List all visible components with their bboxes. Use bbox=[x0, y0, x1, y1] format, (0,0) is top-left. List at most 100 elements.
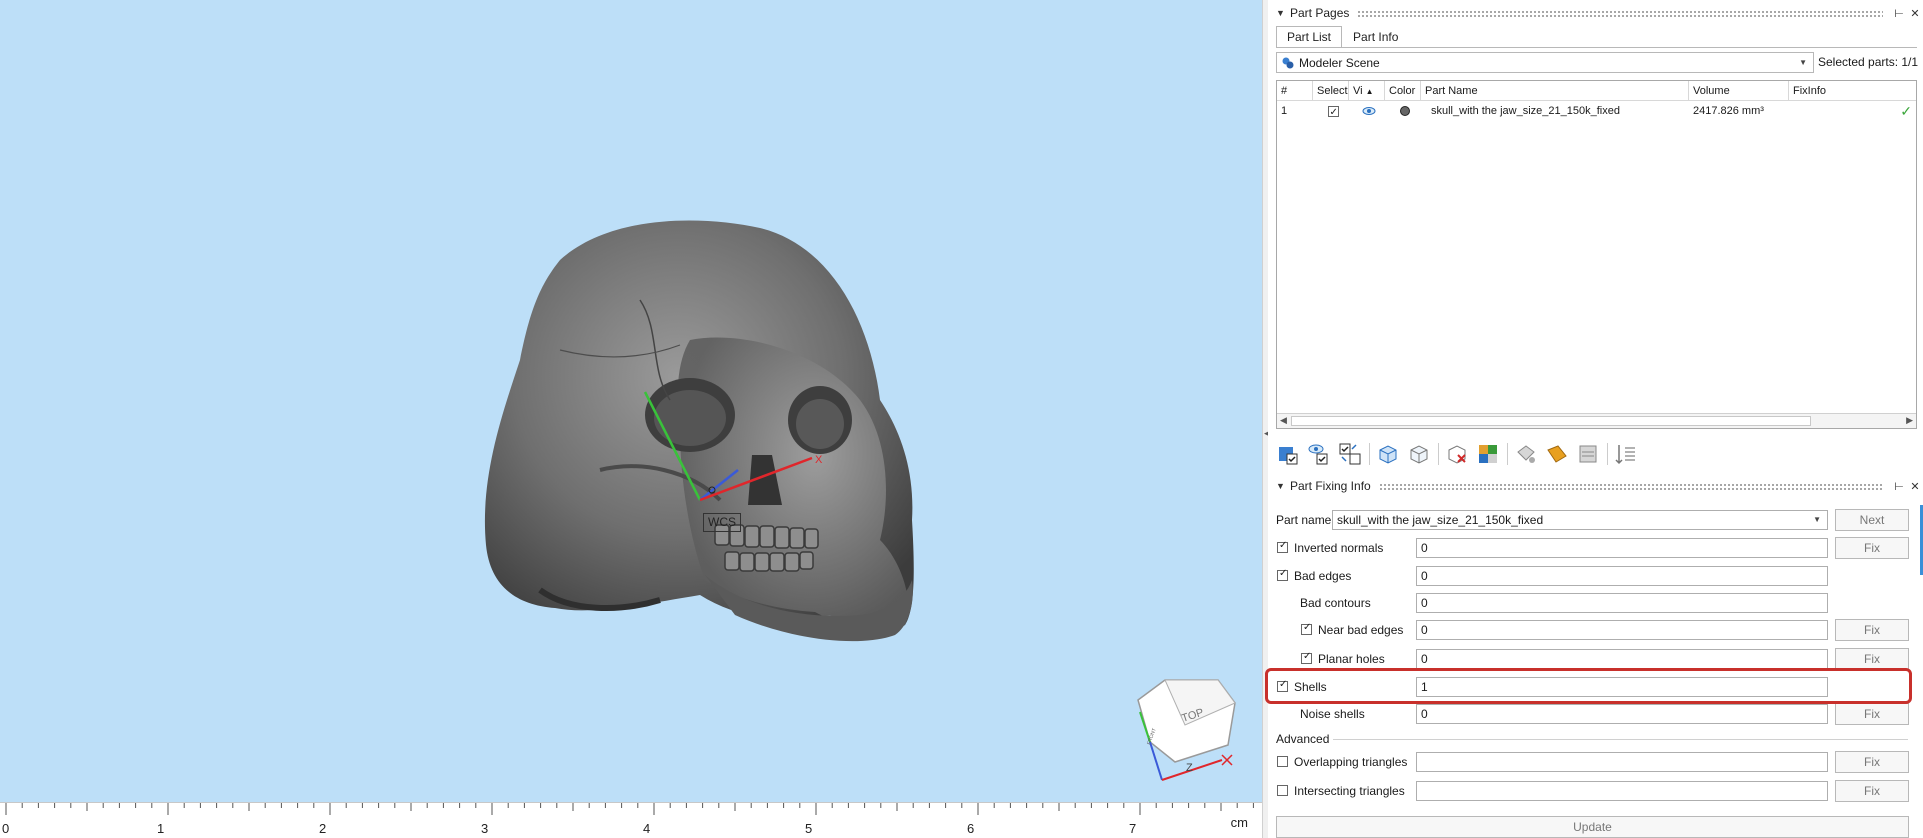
tab-part-info[interactable]: Part Info bbox=[1342, 26, 1409, 48]
intersecting-triangles-checkbox[interactable] bbox=[1277, 785, 1288, 796]
fix-near-bad-edges-button[interactable]: Fix bbox=[1835, 619, 1909, 641]
advanced-divider bbox=[1333, 739, 1908, 740]
part-pages-title: Part Pages bbox=[1290, 6, 1350, 20]
merge-parts-icon[interactable] bbox=[1476, 442, 1500, 466]
view-cube[interactable]: FRONT TOP Z bbox=[1137, 679, 1236, 781]
part-table[interactable]: # Select Vi ▲ Color Part Name Volume FixI… bbox=[1276, 80, 1917, 429]
collapse-triangle-icon[interactable]: ▼ bbox=[1276, 481, 1290, 491]
column-header-color[interactable]: Color bbox=[1385, 81, 1421, 101]
planar-holes-row: Planar holes 0 Fix bbox=[1268, 648, 1923, 670]
update-button[interactable]: Update bbox=[1276, 816, 1909, 838]
overlapping-triangles-field[interactable] bbox=[1416, 752, 1828, 772]
selected-parts-count: Selected parts: 1/1 bbox=[1818, 55, 1919, 69]
invert-selection-icon[interactable] bbox=[1338, 442, 1362, 466]
overlapping-triangles-row: Overlapping triangles Fix bbox=[1268, 751, 1923, 773]
intersecting-triangles-label: Intersecting triangles bbox=[1294, 784, 1405, 798]
bad-edges-checkbox[interactable] bbox=[1277, 568, 1288, 581]
column-header-part-name[interactable]: Part Name bbox=[1421, 81, 1689, 101]
column-header-select[interactable]: Select bbox=[1313, 81, 1349, 101]
inverted-normals-row: Inverted normals 0 Fix bbox=[1268, 537, 1923, 559]
layers-icon[interactable] bbox=[1576, 442, 1600, 466]
delete-part-icon[interactable] bbox=[1445, 442, 1469, 466]
bad-contours-row: Bad contours 0 bbox=[1268, 592, 1923, 614]
group-parts-icon[interactable] bbox=[1376, 442, 1400, 466]
sort-ascending-icon: ▲ bbox=[1365, 87, 1374, 96]
select-all-icon[interactable] bbox=[1276, 442, 1300, 466]
column-header-fixinfo[interactable]: FixInfo bbox=[1789, 81, 1916, 101]
tab-part-list[interactable]: Part List bbox=[1276, 26, 1343, 48]
table-row[interactable]: 1 skull_with the jaw_size_21_150k_fixed … bbox=[1277, 102, 1916, 120]
color-swatch[interactable] bbox=[1399, 105, 1411, 117]
column-header-volume[interactable]: Volume bbox=[1689, 81, 1789, 101]
planar-holes-field[interactable]: 0 bbox=[1416, 649, 1828, 669]
sort-list-icon[interactable] bbox=[1614, 442, 1638, 466]
dock-grip[interactable] bbox=[1378, 482, 1883, 490]
label-icon[interactable] bbox=[1545, 442, 1569, 466]
eye-icon[interactable] bbox=[1362, 106, 1376, 116]
row-select-checkbox[interactable] bbox=[1327, 104, 1339, 120]
row-part-name: skull_with the jaw_size_21_150k_fixed bbox=[1431, 105, 1620, 117]
check-mark-icon: ✓ bbox=[1900, 103, 1912, 119]
planar-holes-checkbox[interactable] bbox=[1301, 651, 1312, 664]
ungroup-parts-icon[interactable] bbox=[1407, 442, 1431, 466]
skull-model[interactable] bbox=[484, 220, 914, 642]
chevron-down-icon[interactable]: ▼ bbox=[1813, 511, 1821, 529]
scroll-thumb[interactable] bbox=[1291, 416, 1811, 426]
inverted-normals-label: Inverted normals bbox=[1294, 541, 1384, 555]
collapse-triangle-icon[interactable]: ▼ bbox=[1276, 8, 1290, 18]
part-list-toolbar bbox=[1276, 440, 1645, 468]
dock-grip[interactable] bbox=[1357, 9, 1883, 17]
noise-shells-row: Noise shells 0 Fix bbox=[1268, 703, 1923, 725]
near-bad-edges-field[interactable]: 0 bbox=[1416, 620, 1828, 640]
fix-noise-shells-button[interactable]: Fix bbox=[1835, 703, 1909, 725]
pin-icon[interactable]: ⊢ bbox=[1891, 7, 1907, 20]
fix-planar-holes-button[interactable]: Fix bbox=[1835, 648, 1909, 670]
scene-select[interactable]: Modeler Scene ▼ bbox=[1276, 52, 1814, 73]
3d-viewport[interactable]: X FRONT TOP Z WCS 0 1 2 3 4 5 6 7 cm bbox=[0, 0, 1262, 838]
part-pages-header: ▼ Part Pages ⊢ ✕ bbox=[1268, 2, 1923, 24]
close-icon[interactable]: ✕ bbox=[1907, 7, 1923, 20]
column-header-num[interactable]: # bbox=[1277, 81, 1313, 101]
scroll-right-icon[interactable]: ▶ bbox=[1906, 415, 1913, 426]
toolbar-separator bbox=[1607, 443, 1608, 465]
table-header: # Select Vi ▲ Color Part Name Volume FixI… bbox=[1277, 81, 1916, 101]
shells-highlight-box bbox=[1265, 668, 1912, 704]
near-bad-edges-row: Near bad edges 0 Fix bbox=[1268, 619, 1923, 641]
noise-shells-field[interactable]: 0 bbox=[1416, 704, 1828, 724]
wcs-label: WCS bbox=[703, 513, 741, 532]
part-fixing-title: Part Fixing Info bbox=[1290, 479, 1371, 493]
intersecting-triangles-field[interactable] bbox=[1416, 781, 1828, 801]
horizontal-scrollbar[interactable]: ◀ ▶ bbox=[1277, 413, 1916, 428]
toggle-visibility-icon[interactable] bbox=[1307, 442, 1331, 466]
fix-intersecting-triangles-button[interactable]: Fix bbox=[1835, 780, 1909, 802]
ruler-label: 0 bbox=[2, 821, 10, 836]
toolbar-separator bbox=[1507, 443, 1508, 465]
near-bad-edges-checkbox[interactable] bbox=[1301, 622, 1312, 635]
fix-overlapping-triangles-button[interactable]: Fix bbox=[1835, 751, 1909, 773]
part-name-label: Part name bbox=[1276, 513, 1332, 527]
scroll-left-icon[interactable]: ◀ bbox=[1280, 415, 1287, 426]
scene-canvas[interactable]: X FRONT TOP Z bbox=[0, 0, 1262, 802]
overlapping-triangles-checkbox[interactable] bbox=[1277, 756, 1288, 767]
axis-x-label: X bbox=[815, 454, 823, 466]
ruler-label: 7 bbox=[1129, 821, 1137, 836]
bad-contours-field[interactable]: 0 bbox=[1416, 593, 1828, 613]
chevron-down-icon[interactable]: ▼ bbox=[1799, 58, 1807, 67]
next-button[interactable]: Next bbox=[1835, 509, 1909, 531]
ruler-unit: cm bbox=[1230, 815, 1248, 830]
intersecting-triangles-row: Intersecting triangles Fix bbox=[1268, 780, 1923, 802]
fix-inverted-normals-button[interactable]: Fix bbox=[1835, 537, 1909, 559]
column-header-visible[interactable]: Vi ▲ bbox=[1349, 81, 1385, 101]
close-icon[interactable]: ✕ bbox=[1907, 480, 1923, 493]
pin-icon[interactable]: ⊢ bbox=[1891, 480, 1907, 493]
bad-edges-label: Bad edges bbox=[1294, 569, 1352, 583]
inverted-normals-checkbox[interactable] bbox=[1277, 540, 1288, 553]
duplicate-part-icon[interactable] bbox=[1514, 442, 1538, 466]
bad-edges-field[interactable]: 0 bbox=[1416, 566, 1828, 586]
toolbar-separator bbox=[1369, 443, 1370, 465]
ruler: 0 1 2 3 4 5 6 7 cm bbox=[0, 802, 1262, 838]
part-name-dropdown[interactable]: skull_with the jaw_size_21_150k_fixed ▼ bbox=[1332, 510, 1828, 530]
inverted-normals-field[interactable]: 0 bbox=[1416, 538, 1828, 558]
svg-text:Z: Z bbox=[1186, 762, 1193, 774]
scene-select-value: Modeler Scene bbox=[1299, 55, 1380, 70]
